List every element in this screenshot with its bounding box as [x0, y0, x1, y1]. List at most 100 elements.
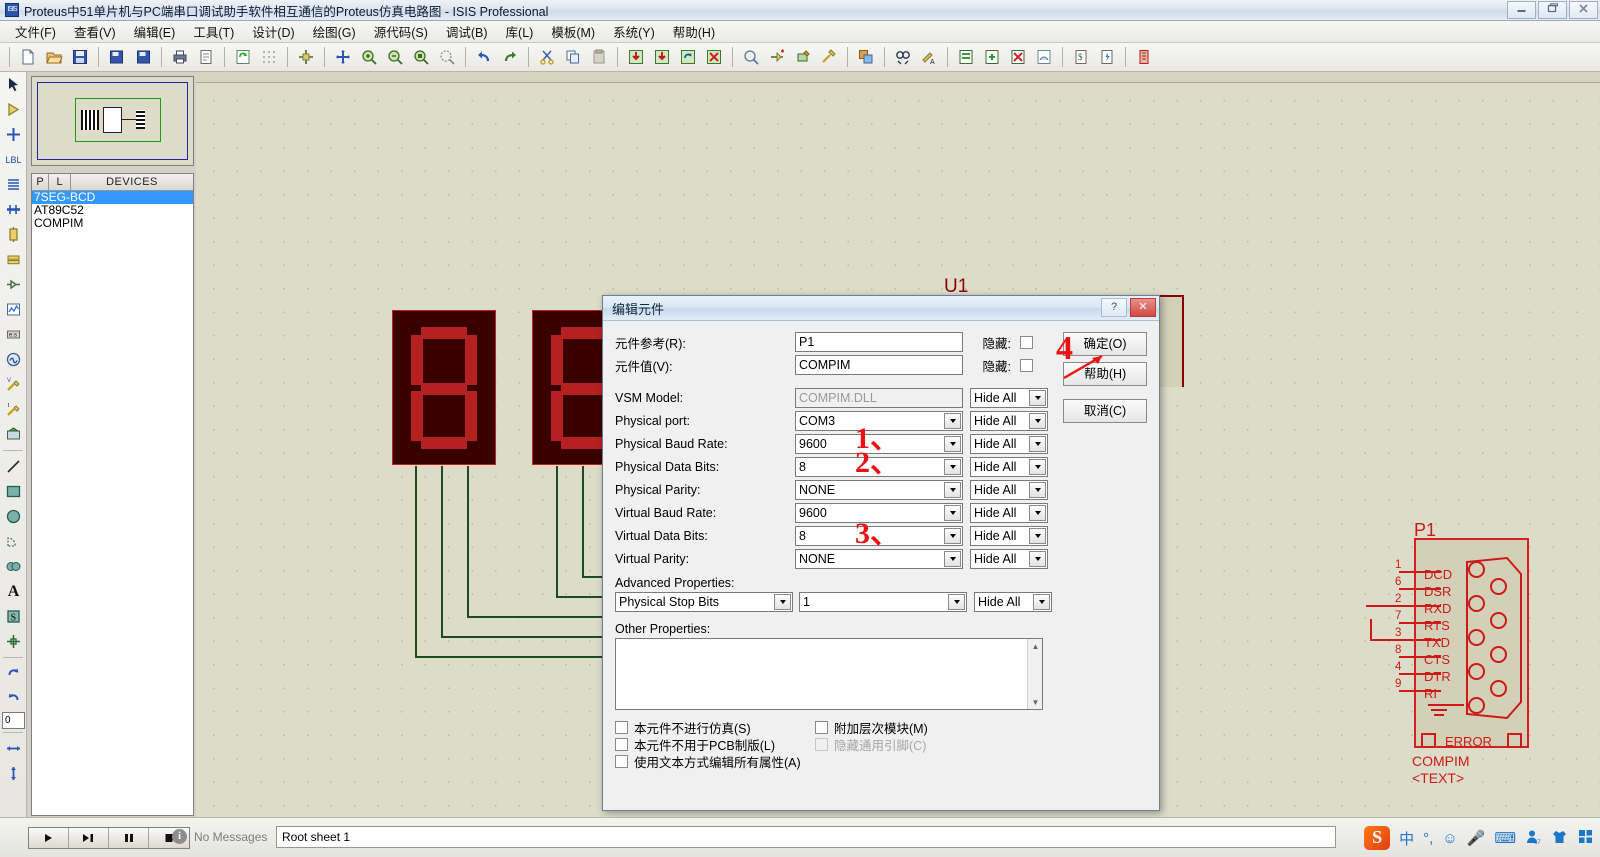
- block-rotate-icon[interactable]: [676, 45, 700, 69]
- close-button[interactable]: [1569, 1, 1598, 19]
- advanced-hide-select[interactable]: Hide All: [974, 592, 1052, 612]
- symbol-tool-icon[interactable]: S: [1, 604, 26, 629]
- physical-baud-rate-hide-select[interactable]: Hide All: [970, 434, 1048, 454]
- netlist-icon[interactable]: [854, 45, 878, 69]
- zoom-sheet-icon[interactable]: [435, 45, 459, 69]
- chevron-down-icon[interactable]: [944, 505, 961, 521]
- sogou-logo-icon[interactable]: S: [1364, 826, 1390, 850]
- rotate-cw-icon[interactable]: [1, 661, 26, 686]
- device-item-compim[interactable]: COMPIM: [32, 217, 193, 230]
- edit-component-dialog[interactable]: 编辑元件 ? ✕ 元件参考(R): P1 隐藏: 元件值(V): COMPIM …: [602, 295, 1160, 811]
- checkbox-attach-hierarchy-module[interactable]: 附加层次模块(M): [815, 719, 1015, 736]
- save-icon[interactable]: [68, 45, 92, 69]
- text-script-icon[interactable]: [1, 172, 26, 197]
- marker-tool-icon[interactable]: [1, 629, 26, 654]
- junction-dot-icon[interactable]: [1, 122, 26, 147]
- arc-tool-icon[interactable]: [1, 529, 26, 554]
- physical-port-hide-select[interactable]: Hide All: [970, 411, 1048, 431]
- print-area-icon[interactable]: [194, 45, 218, 69]
- line-tool-icon[interactable]: [1, 454, 26, 479]
- virtual-parity-select[interactable]: NONE: [795, 549, 963, 569]
- cancel-button[interactable]: 取消(C): [1063, 399, 1147, 423]
- chevron-down-icon[interactable]: [944, 436, 961, 452]
- step-icon[interactable]: [69, 828, 109, 848]
- menu-edit[interactable]: 编辑(E): [125, 20, 185, 43]
- checkbox-box[interactable]: [615, 738, 628, 751]
- help-button[interactable]: 帮助(H): [1063, 362, 1147, 386]
- bill-of-materials-icon[interactable]: $: [1069, 45, 1093, 69]
- chevron-down-icon[interactable]: [1029, 413, 1046, 429]
- toggle-grid-icon[interactable]: [257, 45, 281, 69]
- chevron-down-icon[interactable]: [1029, 390, 1046, 406]
- physical-port-select[interactable]: COM3: [795, 411, 963, 431]
- voice-input-icon[interactable]: 🎤: [1467, 829, 1486, 847]
- new-sheet-icon[interactable]: [980, 45, 1004, 69]
- minimize-button[interactable]: [1507, 1, 1536, 19]
- physical-parity-hide-select[interactable]: Hide All: [970, 480, 1048, 500]
- ok-button[interactable]: 确定(O): [1063, 332, 1147, 356]
- hide-value-checkbox[interactable]: [1020, 359, 1033, 372]
- selection-mode-icon[interactable]: [1, 72, 26, 97]
- mirror-vertical-icon[interactable]: [1, 761, 26, 786]
- play-icon[interactable]: [29, 828, 69, 848]
- menu-design[interactable]: 设计(D): [243, 20, 303, 43]
- design-explorer-icon[interactable]: [954, 45, 978, 69]
- chevron-down-icon[interactable]: [944, 459, 961, 475]
- bus-mode-icon[interactable]: [1, 197, 26, 222]
- origin-icon[interactable]: [294, 45, 318, 69]
- zoom-in-icon[interactable]: [357, 45, 381, 69]
- graph-mode-icon[interactable]: [1, 297, 26, 322]
- chevron-down-icon[interactable]: [1033, 594, 1050, 610]
- export-section-icon[interactable]: [131, 45, 155, 69]
- chevron-down-icon[interactable]: [1029, 459, 1046, 475]
- make-device-icon[interactable]: [765, 45, 789, 69]
- component-value-input[interactable]: COMPIM: [795, 355, 963, 375]
- box-tool-icon[interactable]: [1, 479, 26, 504]
- physical-baud-rate-select[interactable]: 9600: [795, 434, 963, 454]
- chevron-down-icon[interactable]: [1029, 505, 1046, 521]
- packaging-tool-icon[interactable]: [791, 45, 815, 69]
- pan-icon[interactable]: [331, 45, 355, 69]
- seven-seg-display-1[interactable]: [392, 310, 496, 465]
- punctuation-icon[interactable]: °,: [1423, 830, 1433, 847]
- property-assign-icon[interactable]: A: [917, 45, 941, 69]
- checkbox-box[interactable]: [615, 721, 628, 734]
- voltage-probe-icon[interactable]: V: [1, 372, 26, 397]
- physical-data-bits-hide-select[interactable]: Hide All: [970, 457, 1048, 477]
- menu-tools[interactable]: 工具(T): [184, 20, 243, 43]
- vsm-model-hide-select[interactable]: Hide All: [970, 388, 1048, 408]
- text-tool-icon[interactable]: A: [1, 579, 26, 604]
- rotate-ccw-icon[interactable]: [1, 686, 26, 711]
- chevron-down-icon[interactable]: [944, 551, 961, 567]
- mirror-horizontal-icon[interactable]: [1, 736, 26, 761]
- print-icon[interactable]: [168, 45, 192, 69]
- virtual-data-bits-select[interactable]: 8: [795, 526, 963, 546]
- menu-source[interactable]: 源代码(S): [365, 20, 437, 43]
- new-file-icon[interactable]: [16, 45, 40, 69]
- subcircuit-icon[interactable]: [1, 222, 26, 247]
- virtual-baud-rate-hide-select[interactable]: Hide All: [970, 503, 1048, 523]
- chevron-down-icon[interactable]: [1029, 528, 1046, 544]
- chevron-down-icon[interactable]: [948, 594, 965, 610]
- checkbox-box[interactable]: [615, 755, 628, 768]
- devices-column-p[interactable]: P: [32, 174, 49, 190]
- cut-icon[interactable]: [535, 45, 559, 69]
- pick-device-icon[interactable]: [739, 45, 763, 69]
- wire-label-icon[interactable]: LBL: [1, 147, 26, 172]
- advanced-value-select[interactable]: 1: [799, 592, 967, 612]
- circle-tool-icon[interactable]: [1, 504, 26, 529]
- zoom-out-icon[interactable]: [383, 45, 407, 69]
- menu-library[interactable]: 库(L): [497, 20, 543, 43]
- soft-keyboard-icon[interactable]: ⌨: [1494, 829, 1516, 847]
- component-reference-input[interactable]: P1: [795, 332, 963, 352]
- menu-graph[interactable]: 绘图(G): [304, 20, 365, 43]
- menu-help[interactable]: 帮助(H): [664, 20, 724, 43]
- devices-column-devices[interactable]: DEVICES: [71, 174, 193, 190]
- path-tool-icon[interactable]: [1, 554, 26, 579]
- dialog-help-icon[interactable]: ?: [1101, 298, 1127, 317]
- import-section-icon[interactable]: [105, 45, 129, 69]
- exit-sheet-icon[interactable]: [1032, 45, 1056, 69]
- physical-parity-select[interactable]: NONE: [795, 480, 963, 500]
- chevron-down-icon[interactable]: [1029, 551, 1046, 567]
- erc-icon[interactable]: [1095, 45, 1119, 69]
